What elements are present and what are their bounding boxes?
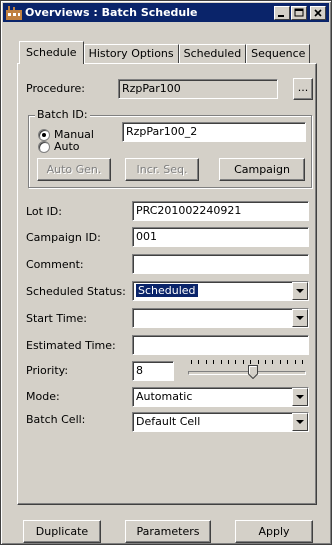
auto-gen-button[interactable]: Auto Gen. xyxy=(37,158,111,181)
priority-label: Priority: xyxy=(26,364,69,377)
batch-schedule-window: Overviews : Batch Schedule Schedule Hist… xyxy=(0,0,332,545)
title-bar[interactable]: Overviews : Batch Schedule xyxy=(3,3,329,22)
chevron-down-icon xyxy=(296,395,304,399)
batch-cell-label: Batch Cell: xyxy=(26,413,86,426)
window-title: Overviews : Batch Schedule xyxy=(25,6,198,19)
app-icon xyxy=(6,5,22,20)
batch-cell-value: Default Cell xyxy=(136,415,201,428)
comment-label: Comment: xyxy=(26,258,84,271)
scheduled-status-label: Scheduled Status: xyxy=(26,285,126,298)
procedure-field: RzpPar100 xyxy=(118,79,278,99)
tab-history-options[interactable]: History Options xyxy=(83,44,179,64)
mode-value: Automatic xyxy=(136,390,193,403)
campaign-id-input[interactable]: 001 xyxy=(132,227,309,247)
campaign-button[interactable]: Campaign xyxy=(219,158,305,181)
incr-seq-button[interactable]: Incr. Seq. xyxy=(125,158,199,181)
procedure-browse-button[interactable]: ... xyxy=(293,78,313,100)
minimize-button[interactable] xyxy=(274,5,290,20)
batch-id-group: Batch ID: Manual Auto RzpPar100_2 Auto G… xyxy=(28,108,312,188)
priority-slider-tick xyxy=(302,360,303,364)
mode-label: Mode: xyxy=(26,390,60,403)
tab-strip: Schedule History Options Scheduled Seque… xyxy=(19,41,311,64)
maximize-button[interactable] xyxy=(291,5,307,20)
start-time-dropdown-button[interactable] xyxy=(292,309,308,327)
tab-scheduled[interactable]: Scheduled xyxy=(178,44,247,64)
start-time-select[interactable] xyxy=(132,308,309,328)
priority-input[interactable]: 8 xyxy=(132,361,174,381)
tab-sequence[interactable]: Sequence xyxy=(246,44,311,64)
procedure-label: Procedure: xyxy=(26,82,85,95)
campaign-id-label: Campaign ID: xyxy=(26,231,101,244)
parameters-button[interactable]: Parameters xyxy=(125,520,211,543)
estimated-time-label: Estimated Time: xyxy=(26,339,116,352)
priority-slider-tick xyxy=(243,360,244,364)
batch-id-group-title: Batch ID: xyxy=(35,108,90,121)
priority-slider-tick xyxy=(228,360,229,364)
comment-input[interactable] xyxy=(132,254,309,274)
chevron-down-icon xyxy=(296,289,304,293)
schedule-panel: Procedure: RzpPar100 ... Batch ID: Manua… xyxy=(17,63,317,505)
batch-cell-select[interactable]: Default Cell xyxy=(132,412,309,432)
priority-slider-thumb[interactable] xyxy=(248,365,258,380)
lot-id-label: Lot ID: xyxy=(26,205,62,218)
auto-radio[interactable] xyxy=(38,141,50,153)
start-time-label: Start Time: xyxy=(26,312,87,325)
chevron-down-icon xyxy=(296,420,304,424)
scheduled-status-select[interactable]: Scheduled xyxy=(132,281,309,301)
priority-slider-tick xyxy=(213,360,214,364)
priority-slider-tick xyxy=(250,360,251,364)
priority-slider-tick xyxy=(221,360,222,364)
priority-slider-tick xyxy=(258,360,259,364)
priority-slider-tick xyxy=(235,360,236,364)
scheduled-status-value: Scheduled xyxy=(136,284,198,297)
duplicate-button[interactable]: Duplicate xyxy=(23,520,101,543)
priority-slider-tick xyxy=(280,360,281,364)
lot-id-input[interactable]: PRC201002240921 xyxy=(132,201,309,221)
close-button[interactable] xyxy=(310,5,326,20)
priority-slider-tick xyxy=(191,360,192,364)
priority-slider-tick xyxy=(295,360,296,364)
priority-slider-tick xyxy=(265,360,266,364)
priority-slider-tick xyxy=(198,360,199,364)
auto-radio-label: Auto xyxy=(54,140,80,153)
priority-slider-ticks xyxy=(191,360,303,365)
mode-dropdown-button[interactable] xyxy=(292,388,308,406)
priority-slider-track[interactable] xyxy=(188,371,306,375)
mode-select[interactable]: Automatic xyxy=(132,387,309,407)
scheduled-status-dropdown-button[interactable] xyxy=(292,282,308,300)
chevron-down-icon xyxy=(296,316,304,320)
apply-button[interactable]: Apply xyxy=(235,520,313,543)
estimated-time-input[interactable] xyxy=(132,335,309,355)
priority-slider-tick xyxy=(287,360,288,364)
batch-cell-dropdown-button[interactable] xyxy=(292,413,308,431)
batch-id-input[interactable]: RzpPar100_2 xyxy=(122,122,306,142)
priority-slider-tick xyxy=(272,360,273,364)
priority-slider-tick xyxy=(206,360,207,364)
manual-radio[interactable] xyxy=(38,129,50,141)
tab-schedule[interactable]: Schedule xyxy=(19,41,84,64)
